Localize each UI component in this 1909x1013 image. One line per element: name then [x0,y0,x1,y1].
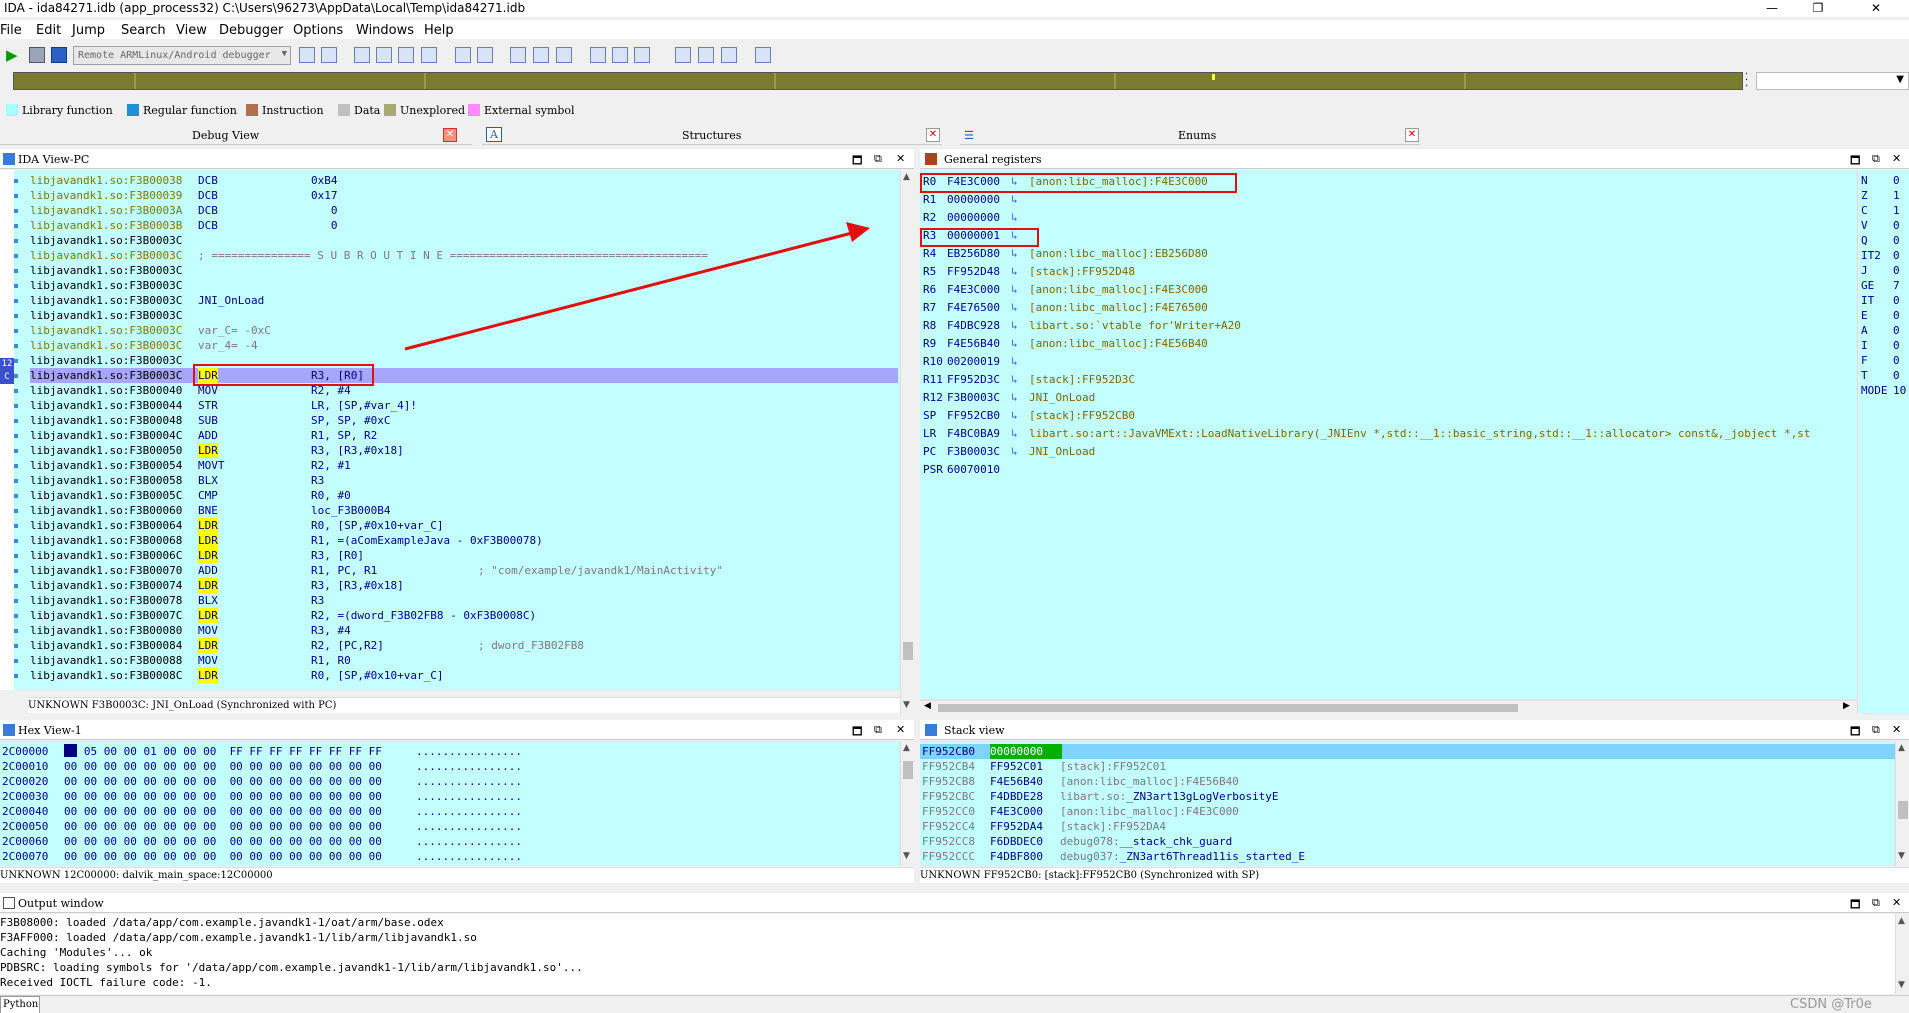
annotation-arrow [404,222,870,351]
